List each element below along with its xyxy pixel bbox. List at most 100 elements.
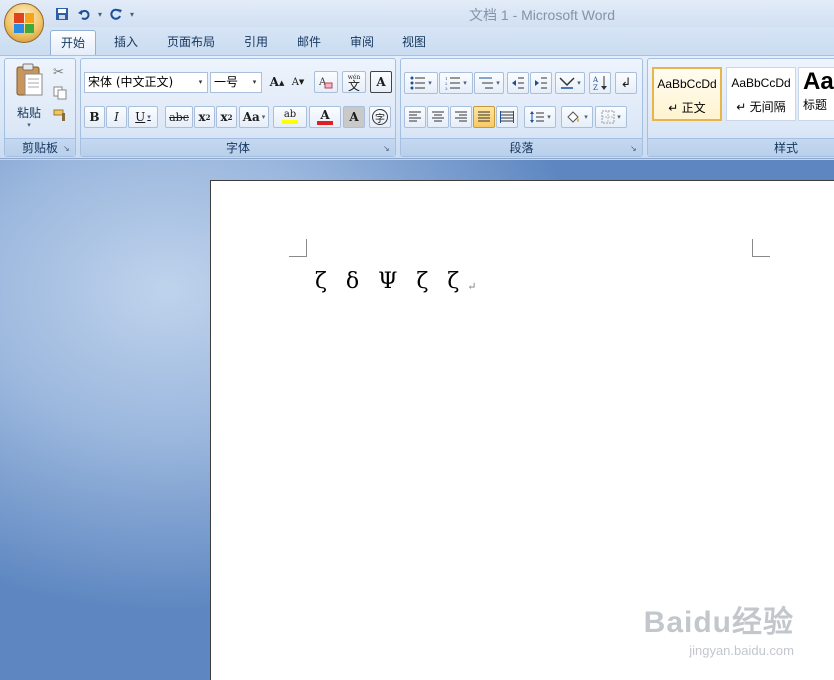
shrink-font-button[interactable]: A ▼ bbox=[288, 71, 308, 93]
highlight-color-bar bbox=[282, 120, 298, 124]
strikethrough-button[interactable]: abc bbox=[165, 106, 193, 128]
style-normal[interactable]: AaBbCcDd ↵ 正文 bbox=[652, 67, 722, 121]
ribbon-tabs: 开始 插入 页面布局 引用 邮件 审阅 视图 bbox=[0, 27, 834, 55]
tab-page-layout[interactable]: 页面布局 bbox=[157, 30, 225, 55]
bold-button[interactable]: B bbox=[84, 106, 105, 128]
font-color-bar bbox=[317, 120, 333, 125]
style-heading-1[interactable]: Aa 标题 bbox=[798, 67, 834, 121]
clear-format-icon: A bbox=[318, 77, 333, 89]
tab-insert[interactable]: 插入 bbox=[104, 30, 148, 55]
underline-button[interactable]: U ▾ bbox=[128, 106, 158, 128]
svg-text:A: A bbox=[593, 76, 599, 84]
styles-group: AaBbCcDd ↵ 正文 AaBbCcDd ↵ 无间隔 Aa 标题 样式 bbox=[647, 58, 834, 157]
shading-button[interactable]: ▾ bbox=[561, 106, 593, 128]
tab-home[interactable]: 开始 bbox=[50, 30, 97, 55]
paste-label: 粘贴 bbox=[16, 106, 41, 120]
styles-group-label: 样式 bbox=[648, 138, 834, 156]
align-left-icon bbox=[409, 111, 421, 122]
watermark: Baidu经验 jingyan.baidu.com bbox=[614, 597, 794, 658]
paragraph-launcher-icon[interactable]: ↘ bbox=[630, 144, 639, 153]
tab-references[interactable]: 引用 bbox=[234, 30, 278, 55]
numbering-icon: 123 bbox=[445, 76, 461, 90]
copy-icon[interactable] bbox=[53, 86, 67, 100]
bullets-button[interactable]: ▾ bbox=[404, 72, 438, 94]
phonetic-guide-button[interactable]: wén 文 bbox=[342, 71, 366, 93]
align-right-icon bbox=[455, 111, 467, 122]
margin-corner-top-right bbox=[752, 239, 770, 257]
tab-review[interactable]: 审阅 bbox=[340, 30, 384, 55]
chinese-layout-icon bbox=[559, 77, 575, 89]
margin-corner-top-left bbox=[289, 239, 307, 257]
distributed-icon bbox=[500, 111, 514, 123]
decrease-indent-icon bbox=[512, 77, 524, 89]
tab-mailings[interactable]: 邮件 bbox=[287, 30, 331, 55]
decrease-indent-button[interactable] bbox=[507, 72, 529, 94]
document-text[interactable]: ζ δ Ψ ζ ζ ↵ bbox=[315, 269, 477, 294]
font-size-dropdown-icon[interactable]: ▾ bbox=[248, 73, 261, 92]
clipboard-group: 粘贴 ▾ ✂ 剪贴板 ↘ bbox=[4, 58, 76, 157]
font-name-combo[interactable]: 宋体 (中文正文) ▾ bbox=[84, 72, 208, 93]
font-group-label: 字体 bbox=[81, 138, 395, 156]
paste-icon bbox=[16, 63, 43, 96]
font-name-value: 宋体 (中文正文) bbox=[88, 75, 174, 89]
font-launcher-icon[interactable]: ↘ bbox=[383, 144, 392, 153]
superscript-button[interactable]: x2 bbox=[216, 106, 237, 128]
clipboard-launcher-icon[interactable]: ↘ bbox=[63, 144, 72, 153]
distributed-button[interactable] bbox=[496, 106, 518, 128]
increase-indent-icon bbox=[535, 77, 547, 89]
sort-icon: AZ bbox=[593, 76, 607, 91]
document-body-text: ζ δ Ψ ζ ζ bbox=[315, 269, 466, 294]
watermark-url: jingyan.baidu.com bbox=[689, 643, 794, 658]
font-size-combo[interactable]: 一号 ▾ bbox=[210, 72, 262, 93]
borders-button[interactable]: ▾ bbox=[595, 106, 627, 128]
character-shading-button[interactable]: A bbox=[343, 106, 365, 128]
style-no-spacing[interactable]: AaBbCcDd ↵ 无间隔 bbox=[726, 67, 796, 121]
title-bar: ▾ ▾ 文档 1 - Microsoft Word bbox=[0, 0, 834, 27]
watermark-logo: Baidu经验 bbox=[643, 606, 794, 639]
cut-icon[interactable]: ✂ bbox=[53, 65, 64, 80]
line-spacing-icon bbox=[530, 111, 545, 123]
paragraph-group: ▾ 1 2 3 ▾ ▾ ▾ AZ ↲ ▾ ▾ ▾ 段落 ↘ bbox=[400, 58, 643, 157]
shading-bucket-icon bbox=[567, 111, 580, 123]
show-marks-button[interactable]: ↲ bbox=[615, 72, 637, 94]
grow-font-button[interactable]: A ▲ bbox=[267, 71, 287, 93]
ribbon: 粘贴 ▾ ✂ 剪贴板 ↘ 宋体 (中文正文) ▾ 一号 ▾ A ▲ A ▼ A wé… bbox=[0, 55, 834, 159]
multilevel-list-icon bbox=[479, 77, 494, 89]
align-left-button[interactable] bbox=[404, 106, 426, 128]
paragraph-mark-icon: ↵ bbox=[467, 280, 477, 293]
borders-icon bbox=[601, 110, 615, 124]
align-right-button[interactable] bbox=[450, 106, 472, 128]
chinese-layout-button[interactable]: ▾ bbox=[555, 72, 585, 94]
enclose-characters-button[interactable]: 字 bbox=[369, 106, 391, 128]
line-spacing-button[interactable]: ▾ bbox=[524, 106, 556, 128]
multilevel-list-button[interactable]: ▾ bbox=[474, 72, 504, 94]
format-painter-icon[interactable] bbox=[53, 108, 69, 122]
svg-text:3: 3 bbox=[445, 86, 448, 90]
window-title: 文档 1 - Microsoft Word bbox=[469, 7, 615, 23]
svg-text:Z: Z bbox=[593, 84, 598, 91]
bullets-icon bbox=[410, 76, 426, 90]
paste-dropdown-icon: ▾ bbox=[27, 121, 31, 129]
numbering-button[interactable]: 1 2 3 ▾ bbox=[439, 72, 473, 94]
highlight-button[interactable]: ab bbox=[273, 106, 307, 128]
office-button[interactable] bbox=[4, 3, 44, 43]
increase-indent-button[interactable] bbox=[530, 72, 552, 94]
paragraph-mark-icon: ↲ bbox=[620, 75, 632, 91]
font-color-button[interactable]: A bbox=[309, 106, 341, 128]
office-logo-icon bbox=[14, 13, 34, 33]
align-center-icon bbox=[432, 111, 444, 122]
change-case-button[interactable]: Aa ▾ bbox=[239, 106, 269, 128]
paragraph-group-label: 段落 bbox=[401, 138, 642, 156]
character-border-button[interactable]: A bbox=[370, 71, 392, 93]
justify-icon bbox=[478, 111, 490, 122]
font-size-value: 一号 bbox=[214, 75, 239, 89]
align-center-button[interactable] bbox=[427, 106, 449, 128]
paste-button[interactable]: 粘贴 ▾ bbox=[9, 63, 49, 133]
clear-format-button[interactable]: A bbox=[314, 71, 338, 93]
sort-button[interactable]: AZ bbox=[589, 72, 611, 94]
justify-button[interactable] bbox=[473, 106, 495, 128]
subscript-button[interactable]: x2 bbox=[194, 106, 215, 128]
font-name-dropdown-icon[interactable]: ▾ bbox=[194, 73, 207, 92]
tab-view[interactable]: 视图 bbox=[392, 30, 436, 55]
italic-button[interactable]: I bbox=[106, 106, 127, 128]
